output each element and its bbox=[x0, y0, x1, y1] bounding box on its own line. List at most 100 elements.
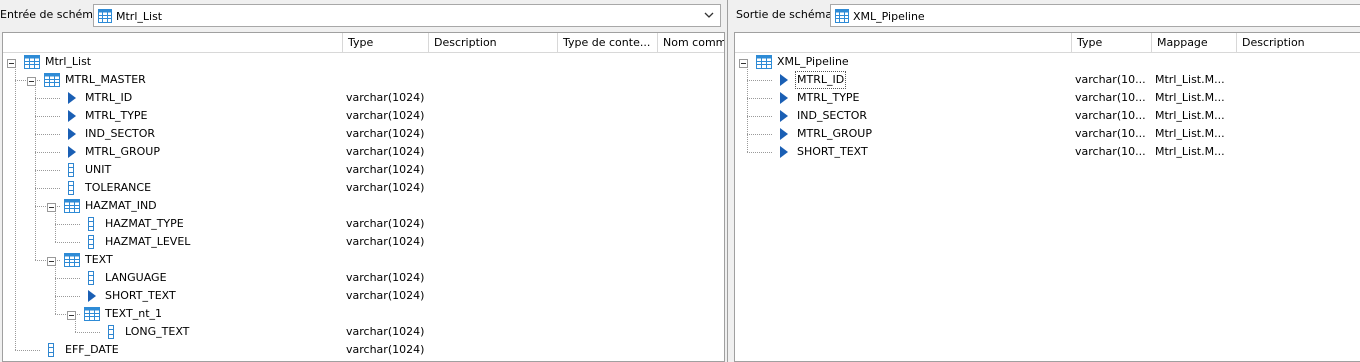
tree-node-label: MTRL_GROUP bbox=[85, 145, 160, 158]
tree-node-label: TOLERANCE bbox=[85, 181, 152, 194]
column-header-type[interactable]: Type bbox=[342, 33, 428, 53]
tree-node-label: IND_SECTOR bbox=[797, 109, 868, 122]
tree-node-label: MTRL_ID bbox=[85, 91, 133, 104]
tree-node-label: TEXT bbox=[85, 253, 113, 266]
type-cell: varchar(1024) bbox=[346, 127, 425, 140]
tree-node-label: MTRL_ID bbox=[795, 71, 847, 89]
column-header-description[interactable]: Description bbox=[428, 33, 557, 53]
key-field-icon bbox=[779, 127, 789, 144]
field-icon bbox=[48, 343, 54, 360]
chevron-down-icon[interactable] bbox=[703, 9, 715, 21]
table-icon bbox=[84, 307, 100, 324]
tree-row-unit[interactable]: UNIT varchar(1024) bbox=[3, 161, 724, 179]
field-icon bbox=[88, 235, 94, 252]
key-field-icon bbox=[779, 145, 789, 162]
type-cell: varchar(1024) bbox=[346, 163, 425, 176]
tree-row-mtrl-group[interactable]: MTRL_GROUP varchar(1024) bbox=[3, 143, 724, 161]
tree-row-mtrl-master[interactable]: MTRL_MASTER bbox=[3, 71, 724, 89]
tree-row-mtrl-type[interactable]: MTRL_TYPE varchar(10... Mtrl_List.M... bbox=[735, 89, 1360, 107]
output-schema-label: Sortie de schéma : bbox=[736, 8, 840, 21]
tree-row-text-nt-1[interactable]: TEXT_nt_1 bbox=[3, 305, 724, 323]
type-cell: varchar(10... bbox=[1075, 91, 1146, 104]
tree-row-hazmat-type[interactable]: HAZMAT_TYPE varchar(1024) bbox=[3, 215, 724, 233]
column-header-content-type[interactable]: Type de conte... bbox=[557, 33, 657, 53]
tree-row-xml-pipeline[interactable]: XML_Pipeline bbox=[735, 53, 1360, 71]
mapping-cell: Mtrl_List.M... bbox=[1155, 145, 1225, 158]
type-cell bbox=[346, 305, 428, 323]
tree-row-tolerance[interactable]: TOLERANCE varchar(1024) bbox=[3, 179, 724, 197]
column-header-description[interactable]: Description bbox=[1236, 33, 1360, 53]
type-cell bbox=[346, 53, 428, 71]
type-cell: varchar(10... bbox=[1075, 145, 1146, 158]
table-icon bbox=[835, 9, 849, 26]
mapping-cell bbox=[1155, 53, 1235, 71]
tree-row-mtrl-id[interactable]: MTRL_ID varchar(10... Mtrl_List.M... bbox=[735, 71, 1360, 89]
type-cell: varchar(1024) bbox=[346, 217, 425, 230]
table-icon bbox=[756, 55, 772, 72]
input-schema-label: Entrée de schéma : bbox=[0, 8, 107, 21]
key-field-icon bbox=[67, 91, 77, 108]
collapse-toggle-icon[interactable] bbox=[67, 310, 76, 320]
type-cell: varchar(10... bbox=[1075, 127, 1146, 140]
collapse-toggle-icon[interactable] bbox=[47, 202, 56, 212]
output-schema-combo[interactable]: XML_Pipeline bbox=[830, 4, 1360, 27]
type-cell: varchar(1024) bbox=[346, 289, 425, 302]
tree-node-label: HAZMAT_TYPE bbox=[105, 217, 184, 230]
type-cell bbox=[346, 197, 428, 215]
tree-node-label: SHORT_TEXT bbox=[797, 145, 868, 158]
tree-row-long-text[interactable]: LONG_TEXT varchar(1024) bbox=[3, 323, 724, 341]
tree-row-text[interactable]: TEXT bbox=[3, 251, 724, 269]
column-header-type[interactable]: Type bbox=[1071, 33, 1151, 53]
tree-node-label: MTRL_GROUP bbox=[797, 127, 872, 140]
mapping-cell: Mtrl_List.M... bbox=[1155, 91, 1225, 104]
tree-row-ind-sector[interactable]: IND_SECTOR varchar(10... Mtrl_List.M... bbox=[735, 107, 1360, 125]
tree-row-mtrl-id[interactable]: MTRL_ID varchar(1024) bbox=[3, 89, 724, 107]
tree-row-mtrl-group[interactable]: MTRL_GROUP varchar(10... Mtrl_List.M... bbox=[735, 125, 1360, 143]
type-cell bbox=[346, 71, 428, 89]
column-header: Type Description Type de conte... Nom co… bbox=[3, 33, 724, 53]
tree-node-label: MTRL_TYPE bbox=[85, 109, 148, 122]
output-schema-tree[interactable]: Type Mappage Description XML_Pipeline MTR… bbox=[734, 32, 1360, 362]
key-field-icon bbox=[87, 289, 97, 306]
table-icon bbox=[24, 55, 40, 72]
input-schema-combo[interactable]: Mtrl_List bbox=[93, 4, 721, 27]
collapse-toggle-icon[interactable] bbox=[739, 58, 748, 68]
type-cell: varchar(1024) bbox=[346, 181, 425, 194]
table-icon bbox=[98, 9, 112, 26]
input-schema-value: Mtrl_List bbox=[116, 10, 163, 23]
field-icon bbox=[88, 271, 94, 288]
tree-row-short-text[interactable]: SHORT_TEXT varchar(10... Mtrl_List.M... bbox=[735, 143, 1360, 161]
table-icon bbox=[64, 253, 80, 270]
key-field-icon bbox=[67, 145, 77, 162]
tree-row-hazmat-ind[interactable]: HAZMAT_IND bbox=[3, 197, 724, 215]
column-header-common-name[interactable]: Nom comm bbox=[657, 33, 724, 53]
collapse-toggle-icon[interactable] bbox=[27, 76, 36, 86]
type-cell: varchar(1024) bbox=[346, 91, 425, 104]
output-schema-value: XML_Pipeline bbox=[853, 10, 925, 23]
output-schema-pane: Sortie de schéma : XML_Pipeline Type Map… bbox=[732, 0, 1360, 362]
collapse-toggle-icon[interactable] bbox=[47, 256, 56, 266]
tree-node-label: EFF_DATE bbox=[65, 343, 119, 356]
tree-row-eff-date[interactable]: EFF_DATE varchar(1024) bbox=[3, 341, 724, 359]
type-cell bbox=[346, 251, 428, 269]
tree-row-mtrl-list[interactable]: Mtrl_List bbox=[3, 53, 724, 71]
tree-node-label: SHORT_TEXT bbox=[105, 289, 176, 302]
type-cell: varchar(10... bbox=[1075, 73, 1146, 86]
column-header-mapping[interactable]: Mappage bbox=[1151, 33, 1236, 53]
table-icon bbox=[64, 199, 80, 216]
tree-node-label: MTRL_TYPE bbox=[797, 91, 860, 104]
tree-node-label: IND_SECTOR bbox=[85, 127, 156, 140]
tree-row-mtrl-type[interactable]: MTRL_TYPE varchar(1024) bbox=[3, 107, 724, 125]
tree-node-label: LONG_TEXT bbox=[125, 325, 190, 338]
tree-row-ind-sector[interactable]: IND_SECTOR varchar(1024) bbox=[3, 125, 724, 143]
input-schema-tree[interactable]: Type Description Type de conte... Nom co… bbox=[2, 32, 725, 362]
column-header: Type Mappage Description bbox=[735, 33, 1360, 53]
tree-row-language[interactable]: LANGUAGE varchar(1024) bbox=[3, 269, 724, 287]
field-icon bbox=[68, 181, 74, 198]
field-icon bbox=[88, 217, 94, 234]
tree-row-short-text[interactable]: SHORT_TEXT varchar(1024) bbox=[3, 287, 724, 305]
tree-node-label: HAZMAT_IND bbox=[85, 199, 157, 212]
tree-row-hazmat-level[interactable]: HAZMAT_LEVEL varchar(1024) bbox=[3, 233, 724, 251]
type-cell: varchar(1024) bbox=[346, 271, 425, 284]
collapse-toggle-icon[interactable] bbox=[7, 58, 16, 68]
